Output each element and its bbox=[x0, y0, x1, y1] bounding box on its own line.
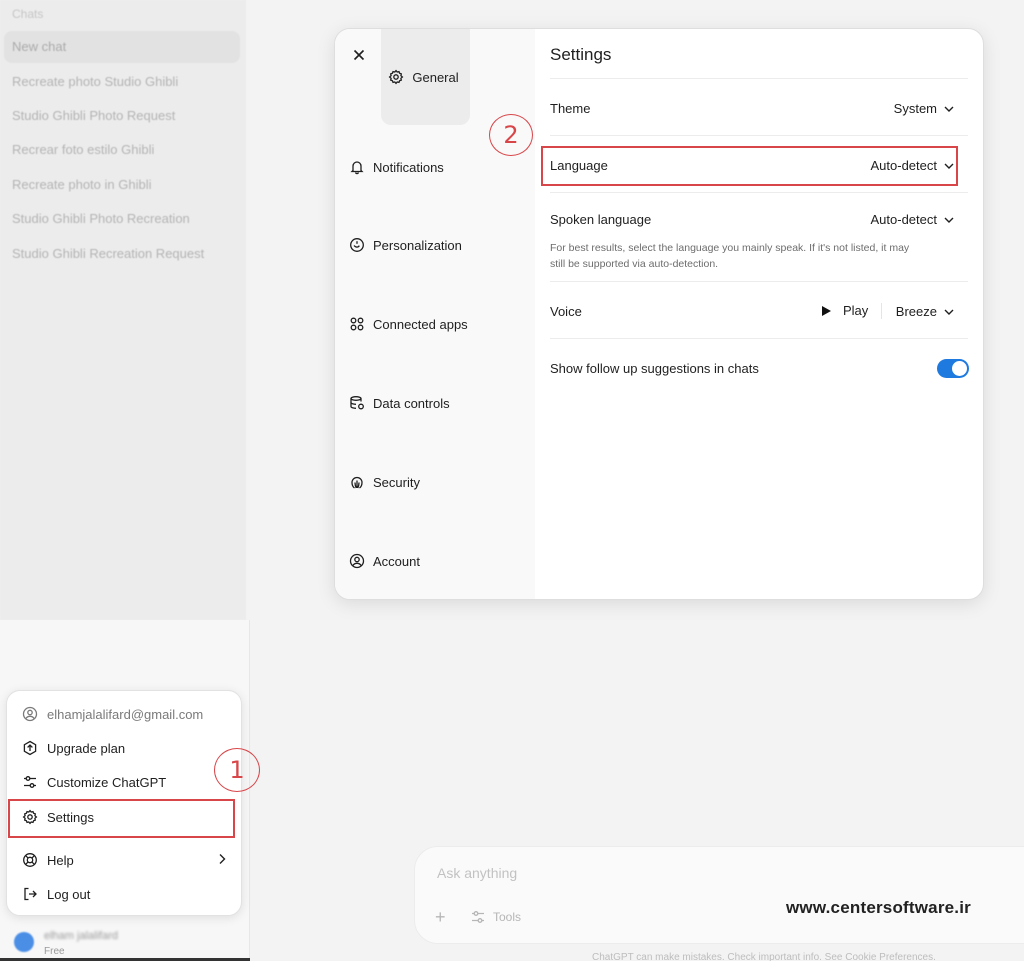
chevron-right-icon bbox=[215, 852, 229, 866]
chat-item[interactable]: Studio Ghibli Photo Request bbox=[4, 100, 240, 132]
security-icon bbox=[349, 474, 365, 490]
chat-item[interactable]: Studio Ghibli Recreation Request bbox=[4, 238, 240, 270]
tab-account-label: Account bbox=[373, 553, 420, 569]
play-label: Play bbox=[843, 303, 869, 318]
avatar bbox=[14, 932, 34, 952]
voice-label: Voice bbox=[550, 304, 582, 319]
spoken-language-help: For best results, select the language yo… bbox=[550, 242, 910, 270]
tab-connected-apps[interactable]: Connected apps bbox=[349, 304, 525, 344]
bell-icon bbox=[349, 159, 365, 175]
tab-security[interactable]: Security bbox=[349, 462, 525, 502]
user-name: elham jalalifard bbox=[44, 930, 118, 942]
lifebuoy-icon bbox=[22, 852, 38, 868]
settings-dialog: General Notifications Personalization Co… bbox=[334, 28, 984, 600]
tab-notifications-label: Notifications bbox=[373, 159, 444, 175]
help-item[interactable]: Help bbox=[15, 844, 235, 876]
tab-security-label: Security bbox=[373, 474, 420, 490]
tools-label[interactable]: Tools bbox=[493, 910, 521, 924]
tab-notifications[interactable]: Notifications bbox=[349, 147, 525, 187]
settings-title: Settings bbox=[550, 45, 612, 64]
chats-section-label: Chats bbox=[12, 7, 44, 21]
play-icon bbox=[822, 305, 831, 316]
divider bbox=[881, 303, 882, 319]
account-email: elhamjalalifard@gmail.com bbox=[47, 706, 204, 722]
sidebar: Chats New chat Recreate photo Studio Ghi… bbox=[0, 0, 246, 620]
user-circle-icon bbox=[22, 706, 38, 722]
personalization-icon bbox=[349, 237, 365, 253]
tab-personalization-label: Personalization bbox=[373, 237, 462, 253]
user-plan: Free bbox=[44, 946, 65, 957]
sliders-icon bbox=[22, 774, 38, 790]
spoken-language-label: Spoken language bbox=[550, 212, 652, 227]
user-profile-button[interactable]: elham jalalifard Free bbox=[6, 922, 242, 958]
divider bbox=[550, 281, 968, 282]
chat-item[interactable]: Studio Ghibli Photo Recreation bbox=[4, 203, 240, 235]
chevron-down-icon bbox=[943, 306, 955, 318]
settings-content: Settings Theme System Language Auto-dete… bbox=[535, 29, 983, 599]
theme-dropdown[interactable]: System bbox=[894, 101, 955, 116]
callout-step-1: 1 bbox=[214, 748, 260, 792]
chat-item[interactable]: Recreate photo Studio Ghibli bbox=[4, 66, 240, 98]
theme-label: Theme bbox=[550, 101, 591, 116]
toggle-knob bbox=[952, 361, 967, 376]
follow-up-suggestions-label: Show follow up suggestions in chats bbox=[550, 361, 759, 376]
help-label: Help bbox=[47, 852, 74, 868]
theme-value: System bbox=[893, 101, 937, 116]
log-out-icon bbox=[22, 886, 38, 902]
divider bbox=[550, 192, 968, 193]
customize-chatgpt-label: Customize ChatGPT bbox=[47, 774, 167, 790]
follow-up-suggestions-toggle[interactable] bbox=[937, 359, 969, 378]
tab-general-label: General bbox=[412, 69, 459, 85]
tab-account[interactable]: Account bbox=[349, 541, 525, 581]
tab-connected-apps-label: Connected apps bbox=[373, 316, 468, 332]
divider bbox=[550, 338, 968, 339]
chat-item-new-chat[interactable]: New chat bbox=[4, 31, 240, 63]
chat-item[interactable]: Recrear foto estilo Ghibli bbox=[4, 134, 240, 166]
divider bbox=[550, 78, 968, 79]
spoken-language-value: Auto-detect bbox=[870, 212, 938, 227]
callout-step-2: 2 bbox=[489, 114, 533, 156]
divider bbox=[550, 135, 968, 136]
tab-data-controls-label: Data controls bbox=[373, 395, 450, 411]
settings-highlight-box bbox=[8, 799, 235, 838]
tab-personalization[interactable]: Personalization bbox=[349, 225, 525, 265]
user-circle-icon bbox=[349, 553, 365, 569]
upgrade-icon bbox=[22, 740, 38, 756]
chevron-down-icon bbox=[943, 103, 955, 115]
log-out-label: Log out bbox=[47, 886, 91, 902]
tools-icon[interactable] bbox=[470, 909, 486, 925]
apps-icon bbox=[349, 316, 365, 332]
chevron-down-icon bbox=[943, 214, 955, 226]
log-out-item[interactable]: Log out bbox=[15, 878, 235, 910]
database-icon bbox=[349, 395, 365, 411]
tab-general[interactable]: General bbox=[381, 29, 470, 125]
tab-data-controls[interactable]: Data controls bbox=[349, 383, 525, 423]
upgrade-plan-label: Upgrade plan bbox=[47, 740, 126, 756]
spoken-language-dropdown[interactable]: Auto-detect bbox=[871, 212, 956, 227]
chat-item[interactable]: Recreate photo in Ghibli bbox=[4, 169, 240, 201]
chat-composer: Ask anything + Tools bbox=[414, 846, 1024, 944]
close-icon[interactable] bbox=[351, 47, 367, 63]
play-voice-button[interactable]: Play bbox=[822, 303, 868, 318]
composer-placeholder[interactable]: Ask anything bbox=[437, 865, 517, 881]
disclaimer: ChatGPT can make mistakes. Check importa… bbox=[592, 952, 936, 961]
customize-chatgpt-item[interactable]: Customize ChatGPT bbox=[15, 766, 235, 798]
watermark: www.centersoftware.ir bbox=[786, 898, 971, 917]
gear-icon bbox=[388, 69, 404, 85]
voice-dropdown[interactable]: Breeze bbox=[896, 304, 955, 319]
language-highlight-box bbox=[541, 146, 958, 186]
upgrade-plan-item[interactable]: Upgrade plan bbox=[15, 732, 235, 764]
account-email-row: elhamjalalifard@gmail.com bbox=[15, 698, 235, 730]
voice-value: Breeze bbox=[895, 304, 937, 319]
plus-icon[interactable]: + bbox=[435, 907, 446, 928]
